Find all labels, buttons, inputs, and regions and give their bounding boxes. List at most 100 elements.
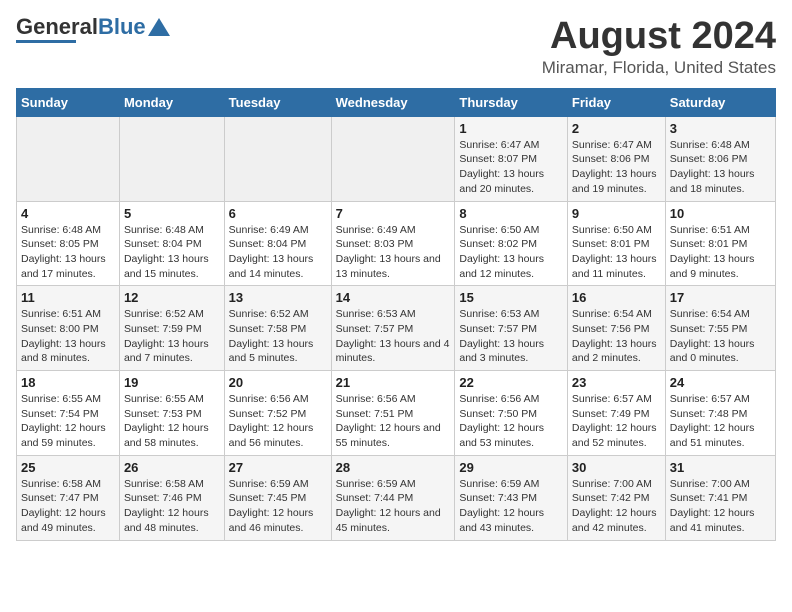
day-info: Sunrise: 6:56 AM Sunset: 7:50 PM Dayligh… [459,392,563,451]
calendar-header-row: SundayMondayTuesdayWednesdayThursdayFrid… [17,88,776,116]
day-info: Sunrise: 6:55 AM Sunset: 7:54 PM Dayligh… [21,392,115,451]
calendar-cell: 30 Sunrise: 7:00 AM Sunset: 7:42 PM Dayli… [567,455,665,540]
day-number: 13 [229,290,327,305]
day-info: Sunrise: 6:50 AM Sunset: 8:01 PM Dayligh… [572,223,661,282]
day-number: 17 [670,290,771,305]
day-info: Sunrise: 6:49 AM Sunset: 8:04 PM Dayligh… [229,223,327,282]
calendar-cell: 10 Sunrise: 6:51 AM Sunset: 8:01 PM Dayli… [665,201,775,286]
day-number: 18 [21,375,115,390]
header: GeneralBlue August 2024 Miramar, Florida… [16,16,776,78]
logo-underline [16,40,76,43]
day-number: 11 [21,290,115,305]
day-number: 28 [336,460,451,475]
day-number: 12 [124,290,220,305]
calendar-cell: 29 Sunrise: 6:59 AM Sunset: 7:43 PM Dayli… [455,455,568,540]
title-block: August 2024 Miramar, Florida, United Sta… [542,16,776,78]
calendar-cell: 21 Sunrise: 6:56 AM Sunset: 7:51 PM Dayli… [331,371,455,456]
day-info: Sunrise: 6:59 AM Sunset: 7:45 PM Dayligh… [229,477,327,536]
calendar-cell: 11Sunrise: 6:51 AM Sunset: 8:00 PM Dayli… [17,286,120,371]
day-info: Sunrise: 6:47 AM Sunset: 8:06 PM Dayligh… [572,138,661,197]
calendar-cell: 8 Sunrise: 6:50 AM Sunset: 8:02 PM Daylig… [455,201,568,286]
page-title: August 2024 [542,16,776,58]
day-number: 6 [229,206,327,221]
calendar-header-wednesday: Wednesday [331,88,455,116]
calendar-cell: 18 Sunrise: 6:55 AM Sunset: 7:54 PM Dayli… [17,371,120,456]
calendar-cell: 2 Sunrise: 6:47 AM Sunset: 8:06 PM Daylig… [567,116,665,201]
calendar-header-thursday: Thursday [455,88,568,116]
logo-icon [148,18,170,36]
day-number: 8 [459,206,563,221]
day-info: Sunrise: 6:55 AM Sunset: 7:53 PM Dayligh… [124,392,220,451]
day-number: 16 [572,290,661,305]
calendar-week-row: 18 Sunrise: 6:55 AM Sunset: 7:54 PM Dayli… [17,371,776,456]
calendar-header-sunday: Sunday [17,88,120,116]
day-number: 23 [572,375,661,390]
calendar-cell: 13 Sunrise: 6:52 AM Sunset: 7:58 PM Dayli… [224,286,331,371]
day-info: Sunrise: 6:59 AM Sunset: 7:43 PM Dayligh… [459,477,563,536]
calendar-week-row: 11Sunrise: 6:51 AM Sunset: 8:00 PM Dayli… [17,286,776,371]
calendar-cell: 15 Sunrise: 6:53 AM Sunset: 7:57 PM Dayli… [455,286,568,371]
day-number: 3 [670,121,771,136]
day-info: Sunrise: 6:58 AM Sunset: 7:47 PM Dayligh… [21,477,115,536]
day-info: Sunrise: 7:00 AM Sunset: 7:41 PM Dayligh… [670,477,771,536]
day-info: Sunrise: 6:49 AM Sunset: 8:03 PM Dayligh… [336,223,451,282]
calendar-cell: 27 Sunrise: 6:59 AM Sunset: 7:45 PM Dayli… [224,455,331,540]
day-number: 10 [670,206,771,221]
calendar-cell: 16 Sunrise: 6:54 AM Sunset: 7:56 PM Dayli… [567,286,665,371]
day-info: Sunrise: 6:58 AM Sunset: 7:46 PM Dayligh… [124,477,220,536]
calendar-cell: 3Sunrise: 6:48 AM Sunset: 8:06 PM Daylig… [665,116,775,201]
calendar-cell: 14Sunrise: 6:53 AM Sunset: 7:57 PM Dayli… [331,286,455,371]
day-number: 15 [459,290,563,305]
calendar-cell: 31 Sunrise: 7:00 AM Sunset: 7:41 PM Dayli… [665,455,775,540]
calendar-table: SundayMondayTuesdayWednesdayThursdayFrid… [16,88,776,541]
calendar-week-row: 4Sunrise: 6:48 AM Sunset: 8:05 PM Daylig… [17,201,776,286]
calendar-cell: 28 Sunrise: 6:59 AM Sunset: 7:44 PM Dayli… [331,455,455,540]
day-number: 25 [21,460,115,475]
calendar-cell: 23 Sunrise: 6:57 AM Sunset: 7:49 PM Dayli… [567,371,665,456]
day-info: Sunrise: 6:54 AM Sunset: 7:55 PM Dayligh… [670,307,771,366]
page-subtitle: Miramar, Florida, United States [542,58,776,78]
calendar-header-saturday: Saturday [665,88,775,116]
day-number: 2 [572,121,661,136]
day-number: 5 [124,206,220,221]
day-info: Sunrise: 6:56 AM Sunset: 7:51 PM Dayligh… [336,392,451,451]
calendar-cell [331,116,455,201]
calendar-cell: 20Sunrise: 6:56 AM Sunset: 7:52 PM Dayli… [224,371,331,456]
calendar-cell: 12 Sunrise: 6:52 AM Sunset: 7:59 PM Dayli… [119,286,224,371]
day-info: Sunrise: 6:53 AM Sunset: 7:57 PM Dayligh… [459,307,563,366]
calendar-cell [224,116,331,201]
day-number: 14 [336,290,451,305]
day-number: 20 [229,375,327,390]
day-info: Sunrise: 6:57 AM Sunset: 7:48 PM Dayligh… [670,392,771,451]
calendar-cell [119,116,224,201]
day-number: 30 [572,460,661,475]
calendar-cell: 19 Sunrise: 6:55 AM Sunset: 7:53 PM Dayli… [119,371,224,456]
day-info: Sunrise: 6:51 AM Sunset: 8:01 PM Dayligh… [670,223,771,282]
calendar-header-friday: Friday [567,88,665,116]
calendar-cell: 6 Sunrise: 6:49 AM Sunset: 8:04 PM Daylig… [224,201,331,286]
calendar-cell: 5 Sunrise: 6:48 AM Sunset: 8:04 PM Daylig… [119,201,224,286]
calendar-cell: 26 Sunrise: 6:58 AM Sunset: 7:46 PM Dayli… [119,455,224,540]
day-number: 27 [229,460,327,475]
day-number: 31 [670,460,771,475]
day-number: 19 [124,375,220,390]
day-number: 9 [572,206,661,221]
day-info: Sunrise: 6:52 AM Sunset: 7:59 PM Dayligh… [124,307,220,366]
day-info: Sunrise: 6:52 AM Sunset: 7:58 PM Dayligh… [229,307,327,366]
calendar-header-tuesday: Tuesday [224,88,331,116]
day-number: 26 [124,460,220,475]
day-info: Sunrise: 6:50 AM Sunset: 8:02 PM Dayligh… [459,223,563,282]
day-info: Sunrise: 6:57 AM Sunset: 7:49 PM Dayligh… [572,392,661,451]
day-info: Sunrise: 6:54 AM Sunset: 7:56 PM Dayligh… [572,307,661,366]
logo: GeneralBlue [16,16,170,43]
day-info: Sunrise: 6:59 AM Sunset: 7:44 PM Dayligh… [336,477,451,536]
calendar-cell [17,116,120,201]
day-number: 7 [336,206,451,221]
day-number: 21 [336,375,451,390]
day-info: Sunrise: 7:00 AM Sunset: 7:42 PM Dayligh… [572,477,661,536]
calendar-header-monday: Monday [119,88,224,116]
day-number: 29 [459,460,563,475]
day-number: 24 [670,375,771,390]
day-number: 4 [21,206,115,221]
day-info: Sunrise: 6:48 AM Sunset: 8:04 PM Dayligh… [124,223,220,282]
